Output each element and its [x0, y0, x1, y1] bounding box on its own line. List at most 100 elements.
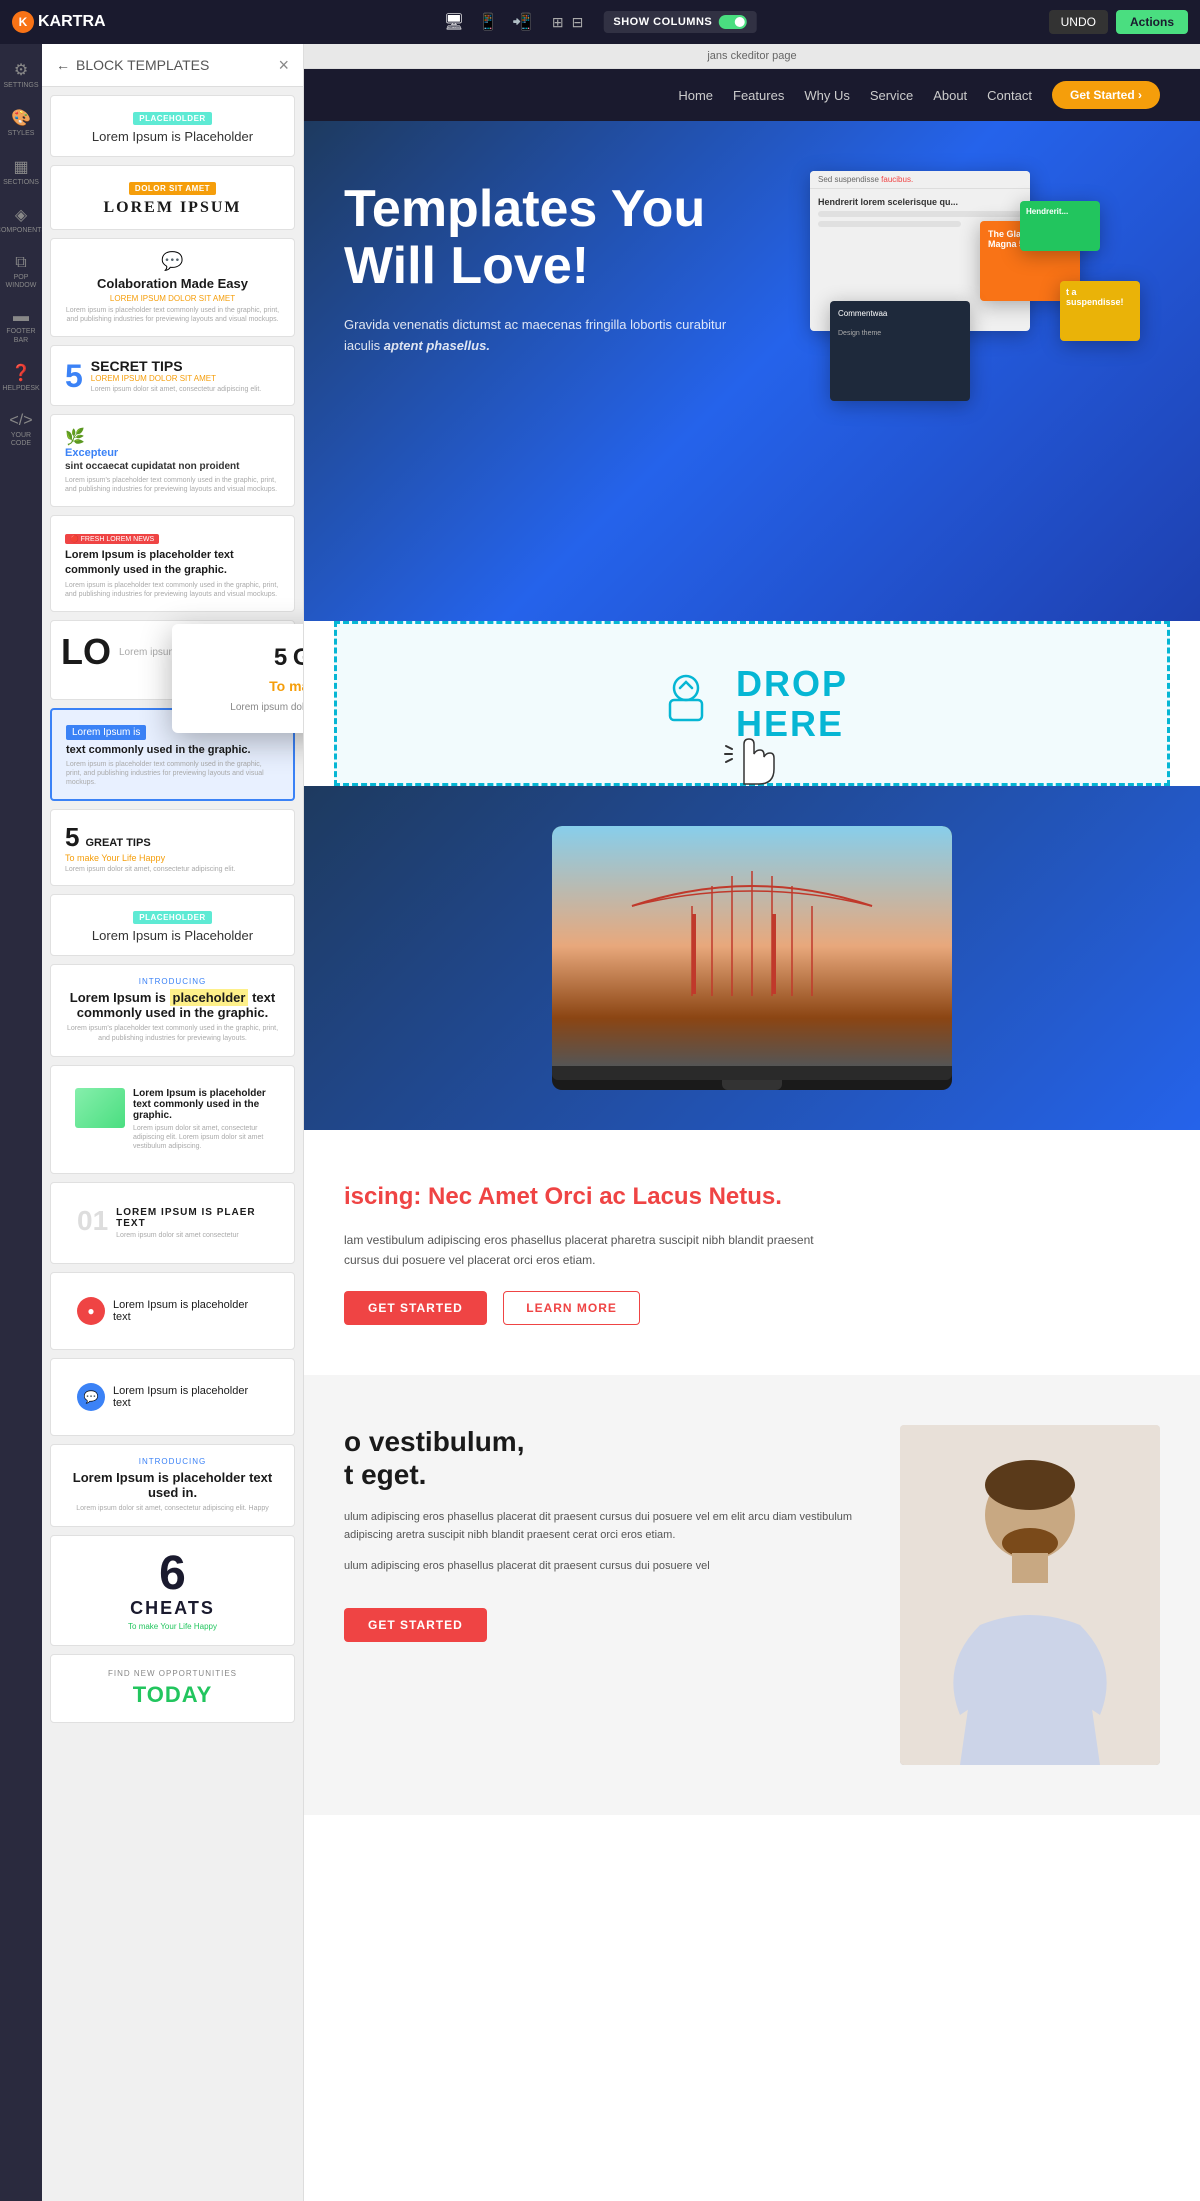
template-card-placeholder-1[interactable]: PLACEHOLDER Lorem Ipsum is Placeholder	[50, 95, 295, 157]
grid1-icon[interactable]: ⊞	[552, 14, 564, 31]
number-large: 01	[77, 1207, 108, 1235]
sections-icon: ▦	[13, 157, 28, 177]
template-card-icon-blue[interactable]: 💬 Lorem Ipsum is placeholder text	[50, 1358, 295, 1436]
nav-features[interactable]: Features	[733, 88, 784, 103]
gray-text-1: ulum adipiscing eros phasellus placerat …	[344, 1508, 860, 1545]
popwindow-icon: ⧉	[15, 254, 26, 272]
intro-label-2: INTRODUCING	[63, 1457, 282, 1466]
logo-text: KARTRA	[38, 13, 106, 31]
gray-get-started-button[interactable]: GET STARTED	[344, 1608, 487, 1642]
template-card-introducing-2[interactable]: INTRODUCING Lorem Ipsum is placeholder t…	[50, 1444, 295, 1527]
great-tips-number: 5	[65, 822, 79, 853]
desktop-icon[interactable]: 🖥	[444, 12, 464, 32]
panel-header: ← BLOCK TEMPLATES ×	[42, 44, 303, 87]
yourcode-icon: </>	[9, 412, 32, 430]
template-card-photo-text[interactable]: Lorem Ipsum is placeholder text commonly…	[50, 1065, 295, 1174]
great-tips-label: GREAT TIPS	[85, 837, 150, 849]
drag-preview-subtitle: To make Your Life Happy	[196, 678, 304, 694]
undo-button[interactable]: UNDO	[1049, 10, 1108, 34]
speech-bubble-icon: 💬	[65, 251, 280, 272]
hero-mockup-yellow: t a suspendisse!	[1060, 281, 1140, 341]
nav-contact[interactable]: Contact	[987, 88, 1032, 103]
icon-text: Lorem Ipsum is placeholder text	[113, 1299, 268, 1323]
block-templates-panel: ← BLOCK TEMPLATES × PLACEHOLDER Lorem Ip…	[42, 44, 304, 2201]
card-title: Lorem Ipsum is Placeholder	[65, 928, 280, 943]
template-card-cheats[interactable]: 6 CHEATS To make Your Life Happy	[50, 1535, 295, 1646]
card-title: Lorem Ipsum is Placeholder	[65, 129, 280, 144]
gray-section: o vestibulum,t eget. ulum adipiscing ero…	[304, 1375, 1200, 1815]
actions-button[interactable]: Actions	[1116, 10, 1188, 34]
nav-why-us[interactable]: Why Us	[804, 88, 850, 103]
template-card-introducing[interactable]: INTRODUCING Lorem Ipsum is placeholder t…	[50, 964, 295, 1057]
sidebar-item-footerbar[interactable]: ▬ FOOTER BAR	[0, 302, 42, 351]
nav-cta-button[interactable]: Get Started ›	[1052, 81, 1160, 109]
intro-title-2: Lorem Ipsum is placeholder text used in.	[63, 1470, 282, 1500]
components-icon: ◈	[15, 205, 27, 225]
hero-title: Templates You Will Love!	[344, 181, 744, 295]
template-card-fresh[interactable]: 🔴 FRESH LOREM NEWS Lorem Ipsum is placeh…	[50, 515, 295, 612]
nav-service[interactable]: Service	[870, 88, 913, 103]
main-layout: ⚙ SETTINGS 🎨 STYLES ▦ SECTIONS ◈ COMPONE…	[0, 44, 1200, 2201]
excepteur-title: Excepteur	[65, 447, 280, 459]
panel-back-button[interactable]: ← BLOCK TEMPLATES	[56, 57, 209, 73]
sidebar-item-components[interactable]: ◈ COMPONENTS	[0, 199, 42, 241]
number-title: LOREM IPSUM IS PLAER TEXT	[116, 1207, 268, 1229]
nav-home[interactable]: Home	[678, 88, 713, 103]
sidebar-item-yourcode[interactable]: </> YOUR CODE	[0, 406, 42, 455]
sidebar-item-helpdesk[interactable]: ❓ HELPDESK	[0, 357, 42, 399]
template-card-collaboration[interactable]: 💬 Colaboration Made Easy LOREM IPSUM DOL…	[50, 238, 295, 337]
number-text: Lorem ipsum dolor sit amet consectetur	[116, 1232, 268, 1239]
gray-content: o vestibulum,t eget. ulum adipiscing ero…	[344, 1425, 860, 1642]
template-card-lorem-ipsum[interactable]: DOLOR SIT AMET LOREM IPSUM	[50, 165, 295, 230]
learn-more-button[interactable]: LEARN MORE	[503, 1291, 640, 1325]
template-card-secret-tips[interactable]: 5 SECRET TIPS LOREM IPSUM DOLOR SIT AMET…	[50, 345, 295, 406]
nav-about[interactable]: About	[933, 88, 967, 103]
main-content-area[interactable]: jans ckeditor page Brand Home Features W…	[304, 44, 1200, 2201]
template-card-excepteur[interactable]: 🌿 Excepteur sint occaecat cupidatat non …	[50, 414, 295, 507]
topbar-right: UNDO Actions	[1049, 10, 1188, 34]
laptop-screen	[552, 826, 952, 1066]
template-card-great-tips[interactable]: 5 GREAT TIPS To make Your Life Happy Lor…	[50, 809, 295, 886]
grid-icons: ⊞ ⊟	[552, 14, 583, 31]
footerbar-icon: ▬	[13, 308, 29, 326]
drop-here-zone[interactable]: DROPHERE	[334, 621, 1170, 786]
hero-section: Templates You Will Love! Gravida venenat…	[304, 121, 1200, 621]
panel-close-button[interactable]: ×	[278, 56, 289, 74]
hero-mockup-dark: Commentwaa Design theme	[830, 301, 970, 401]
tips-body: Lorem ipsum dolor sit amet, consectetur …	[91, 386, 261, 393]
content-section-1: iscing: Nec Amet Orci ac Lacus Netus. la…	[304, 1130, 1200, 1374]
find-opps-label: FIND NEW OPPORTUNITIES	[65, 1669, 280, 1678]
section1-highlight: iscing:	[344, 1183, 421, 1210]
show-columns-toggle[interactable]	[718, 15, 746, 29]
card-subtitle: LOREM IPSUM DOLOR SIT AMET	[65, 294, 280, 303]
intro-label: INTRODUCING	[63, 977, 282, 986]
selected-badge: Lorem Ipsum is	[66, 725, 146, 740]
template-card-number[interactable]: 01 LOREM IPSUM IS PLAER TEXT Lorem ipsum…	[50, 1182, 295, 1264]
tips-number: 5	[65, 360, 83, 392]
tips-title: SECRET TIPS	[91, 358, 261, 374]
show-columns-area: SHOW COLUMNS	[603, 11, 756, 33]
section1-title-rest: Nec Amet Orci ac Lacus Netus.	[428, 1183, 782, 1210]
grid2-icon[interactable]: ⊟	[572, 14, 584, 31]
lo-text: LO	[61, 631, 111, 673]
photo-thumbnail	[75, 1088, 125, 1128]
template-card-placeholder-2[interactable]: PLACEHOLDER Lorem Ipsum is Placeholder	[50, 894, 295, 956]
sidebar-item-popwindow[interactable]: ⧉ POP WINDOW	[0, 248, 42, 297]
template-card-find-opps[interactable]: FIND NEW OPPORTUNITIES TODAY	[50, 1654, 295, 1723]
gray-title: o vestibulum,t eget.	[344, 1425, 860, 1492]
sidebar-item-styles[interactable]: 🎨 STYLES	[0, 102, 42, 144]
mobile-icon[interactable]: 📲	[512, 12, 532, 32]
template-card-icon-red[interactable]: ● Lorem Ipsum is placeholder text	[50, 1272, 295, 1350]
topbar-center: 🖥 📱 📲 ⊞ ⊟ SHOW COLUMNS	[444, 11, 757, 33]
sidebar-item-sections[interactable]: ▦ SECTIONS	[0, 151, 42, 193]
drop-hand-icon	[656, 668, 716, 740]
page-label: jans ckeditor page	[304, 44, 1200, 69]
section1-title: iscing: Nec Amet Orci ac Lacus Netus.	[344, 1180, 1160, 1214]
tablet-icon[interactable]: 📱	[478, 12, 498, 32]
selected-text: Lorem ipsum is placeholder text commonly…	[66, 760, 279, 787]
sidebar-item-settings[interactable]: ⚙ SETTINGS	[0, 54, 42, 96]
get-started-button[interactable]: GET STARTED	[344, 1291, 487, 1325]
card-badge: PLACEHOLDER	[133, 112, 211, 125]
excepteur-body: sint occaecat cupidatat non proident	[65, 461, 280, 472]
topbar: K KARTRA 🖥 📱 📲 ⊞ ⊟ SHOW COLUMNS UNDO Act…	[0, 0, 1200, 44]
